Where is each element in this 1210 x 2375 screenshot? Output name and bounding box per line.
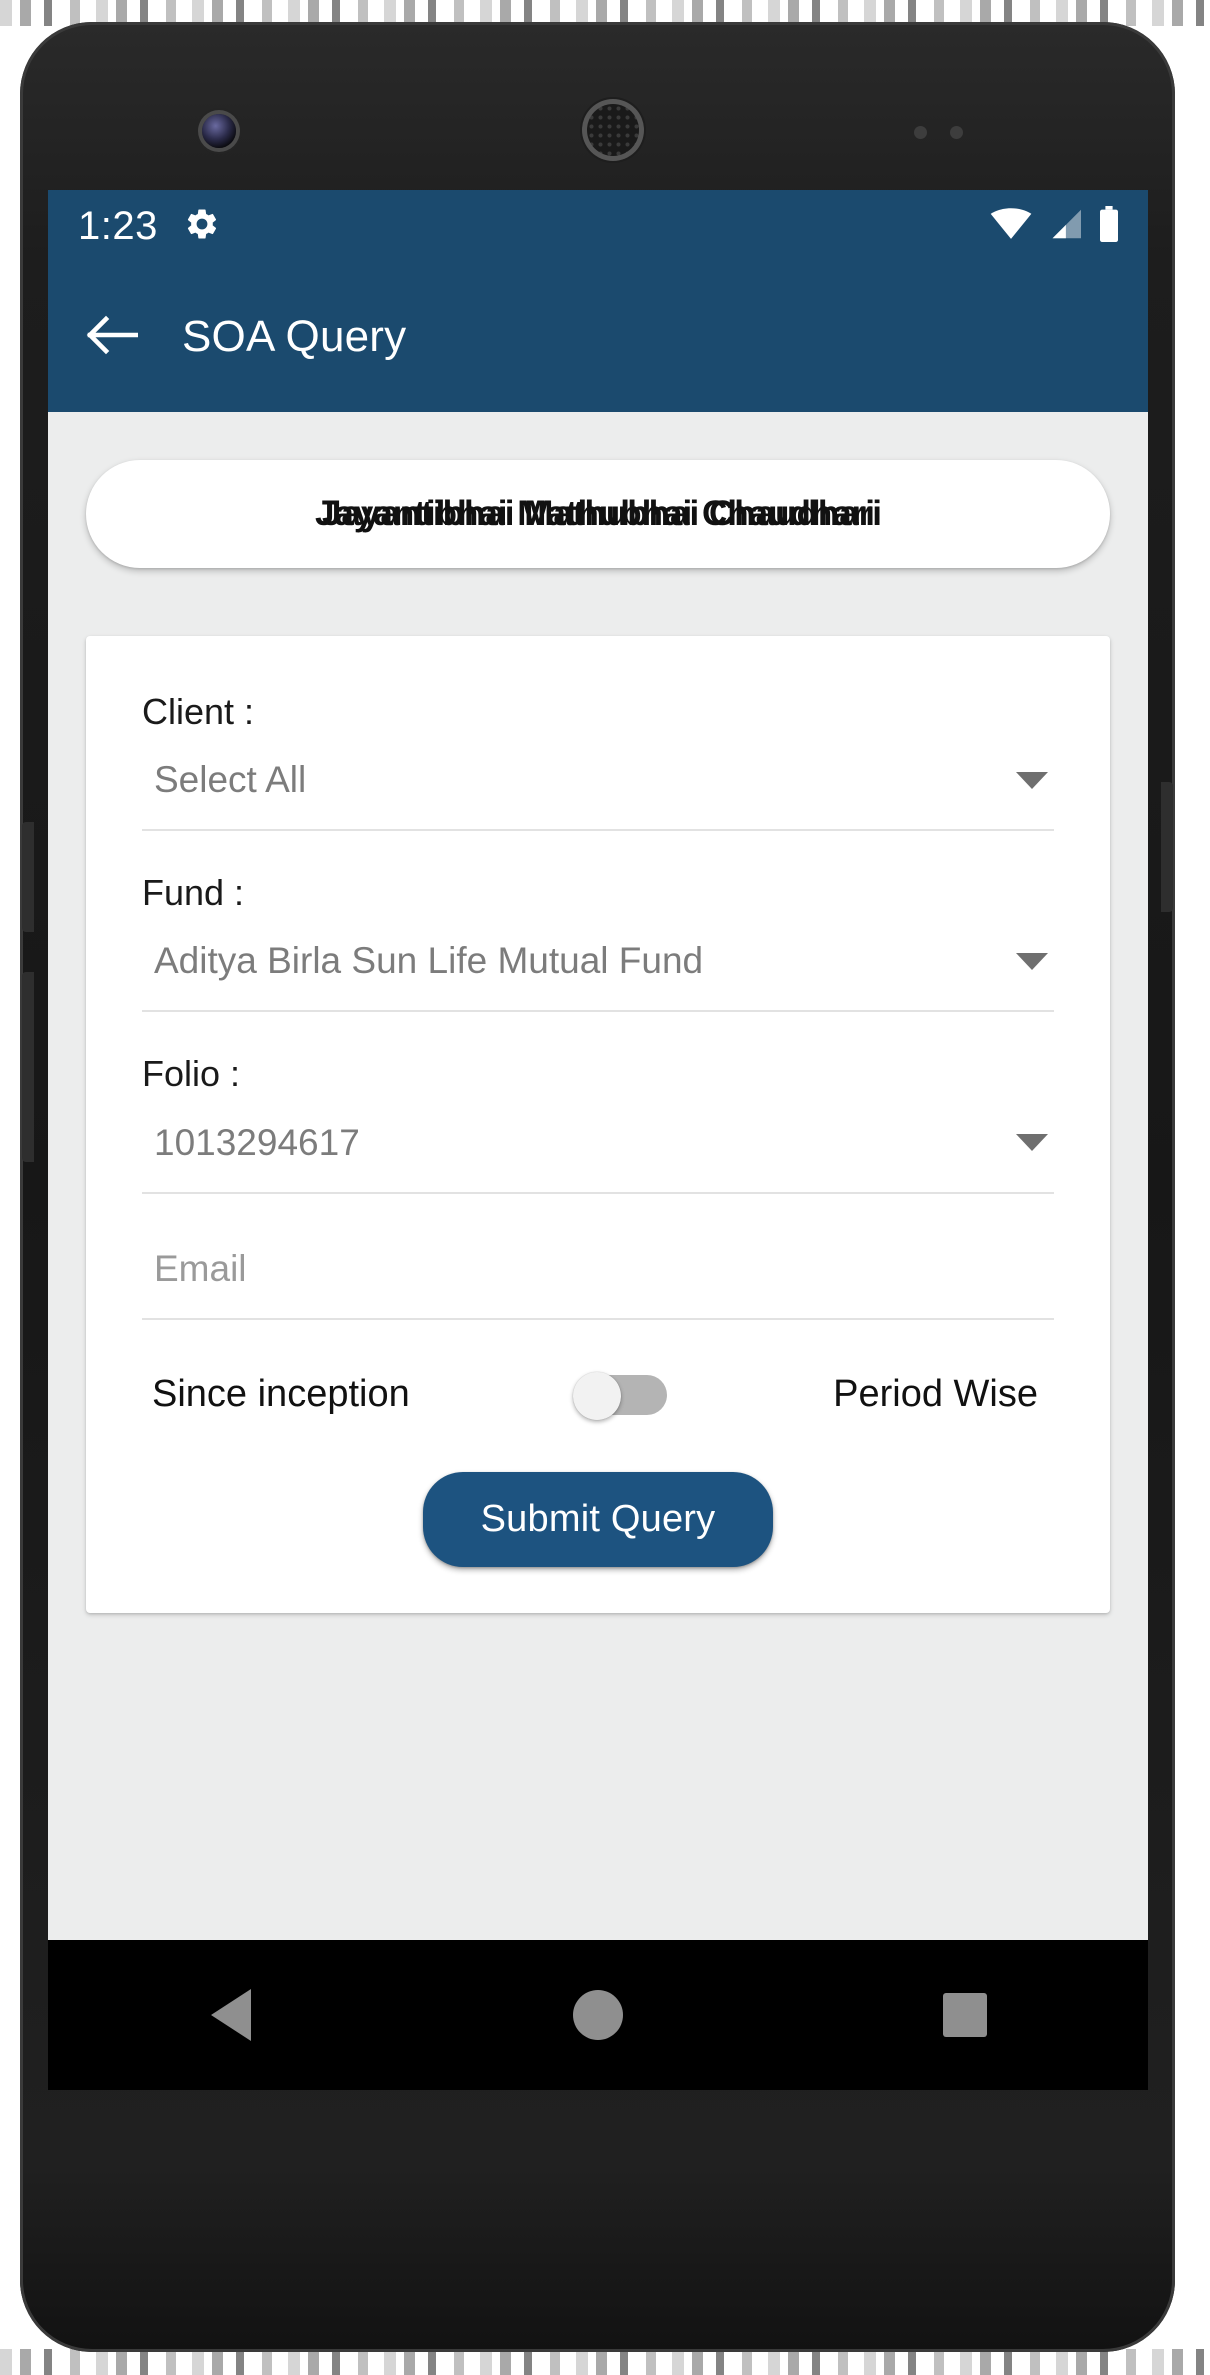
nav-back-triangle-icon (211, 1989, 252, 2041)
phone-screen: 1:23 SOA Query Jayantibhai Mathubhai Cha… (48, 190, 1148, 2090)
period-toggle-row: Since inception Period Wise (142, 1366, 1054, 1420)
status-bar-clock: 1:23 (78, 203, 158, 248)
submit-button-wrap: Submit Query (142, 1471, 1054, 1567)
fund-field: Fund : Aditya Birla Sun Life Mutual Fund (142, 871, 1054, 1013)
light-sensor (950, 126, 963, 139)
folio-select[interactable]: 1013294617 (142, 1122, 1054, 1194)
status-bar-right (990, 205, 1120, 247)
period-wise-label: Period Wise (833, 1373, 1038, 1416)
fund-selected-value: Aditya Birla Sun Life Mutual Fund (154, 940, 704, 982)
screenshot-root: 1:23 SOA Query Jayantibhai Mathubhai Cha… (0, 0, 1210, 2375)
period-wise-toggle[interactable] (573, 1371, 669, 1420)
nav-recents-square-icon (942, 1993, 987, 2037)
nav-back-button[interactable] (151, 1940, 311, 2090)
submit-query-button[interactable]: Submit Query (422, 1471, 774, 1567)
gear-icon (184, 206, 220, 247)
volume-down-button[interactable] (22, 972, 34, 1162)
app-bar: SOA Query (48, 262, 1148, 412)
soa-query-form-card: Client : Select All Fund : Aditya Birla … (86, 636, 1110, 1613)
toggle-knob (573, 1371, 622, 1420)
volume-up-button[interactable] (22, 822, 34, 932)
folio-selected-value: 1013294617 (154, 1121, 360, 1163)
since-inception-label: Since inception (152, 1373, 410, 1416)
chevron-down-icon (1016, 771, 1048, 789)
android-navigation-bar (48, 1940, 1148, 2090)
proximity-sensor (914, 126, 927, 139)
screen-content: Jayantibhai Mathubhai Chaudhari Jayantib… (48, 412, 1148, 2090)
nav-recents-button[interactable] (885, 1940, 1045, 2090)
status-bar-left: 1:23 (78, 204, 220, 249)
wifi-icon (990, 207, 1032, 245)
client-selected-value: Select All (154, 759, 307, 801)
status-bar: 1:23 (48, 190, 1148, 262)
battery-full-icon (1098, 205, 1120, 247)
chevron-down-icon (1016, 1134, 1048, 1152)
chevron-down-icon (1016, 952, 1048, 970)
email-field[interactable]: Email (142, 1234, 1054, 1320)
folio-label: Folio : (142, 1053, 241, 1095)
page-title: SOA Query (182, 312, 407, 361)
client-select[interactable]: Select All (142, 759, 1054, 832)
nav-home-button[interactable] (518, 1940, 678, 2090)
fund-label: Fund : (142, 872, 245, 914)
client-name-text-stack: Jayantibhai Mathubhai Chaudhari Jayantib… (86, 489, 1110, 539)
back-arrow-icon[interactable] (86, 314, 139, 361)
client-field: Client : Select All (142, 690, 1054, 832)
email-placeholder: Email (154, 1247, 247, 1289)
client-name-overlay: Jayantibhai Mathubhai Chaudhari (321, 494, 883, 533)
phone-device: 1:23 SOA Query Jayantibhai Mathubhai Cha… (8, 12, 1198, 2360)
client-label: Client : (142, 691, 255, 732)
nav-home-circle-icon (572, 1990, 623, 2040)
fund-select[interactable]: Aditya Birla Sun Life Mutual Fund (142, 940, 1054, 1013)
cell-signal-icon (1046, 208, 1084, 245)
folio-field: Folio : 1013294617 (142, 1052, 1054, 1194)
front-camera-icon (202, 114, 236, 148)
earpiece-speaker (587, 104, 639, 156)
power-button[interactable] (1161, 782, 1173, 912)
client-name-card: Jayantibhai Mathubhai Chaudhari Jayantib… (86, 460, 1110, 568)
